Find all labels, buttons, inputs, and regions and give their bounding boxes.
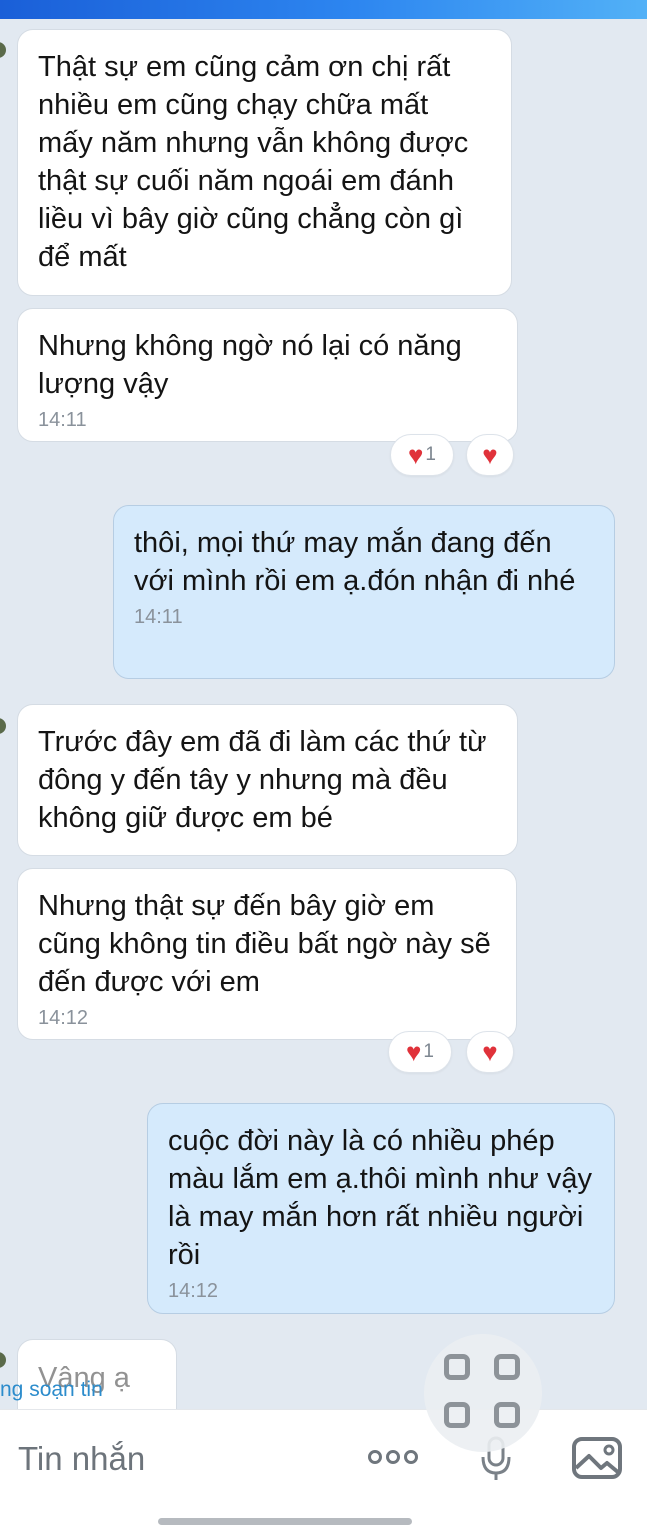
- status-bar: [0, 0, 647, 19]
- reaction-count-badge[interactable]: ♥ 1: [390, 434, 454, 476]
- react-heart-button[interactable]: ♥: [466, 1031, 514, 1073]
- heart-icon: ♥: [482, 1037, 498, 1067]
- image-icon[interactable]: [571, 1436, 623, 1480]
- message-text: Nhưng không ngờ nó lại có năng lượng vậy: [38, 330, 470, 400]
- message-time: 14:11: [38, 409, 87, 431]
- heart-icon: ♥: [405, 1037, 422, 1067]
- message-text: Thật sự em cũng cảm ơn chị rất nhiều em …: [38, 51, 477, 273]
- sender-avatar[interactable]: [0, 718, 6, 734]
- home-indicator[interactable]: [158, 1518, 412, 1525]
- reaction-count-badge[interactable]: ♥ 1: [388, 1031, 452, 1073]
- heart-icon: ♥: [407, 440, 424, 470]
- message-text: cuộc đời này là có nhiều phép màu lắm em…: [168, 1125, 601, 1271]
- message-text: Trước đây em đã đi làm các thứ từ đông y…: [38, 726, 495, 834]
- message-bubble-incoming[interactable]: Trước đây em đã đi làm các thứ từ đông y…: [17, 704, 518, 856]
- sender-avatar[interactable]: [0, 1352, 6, 1368]
- reaction-count: 1: [425, 444, 436, 465]
- message-time: 14:12: [168, 1280, 219, 1302]
- react-heart-button[interactable]: ♥: [466, 434, 514, 476]
- more-dots-icon[interactable]: [368, 1450, 418, 1464]
- grid-icon[interactable]: [424, 1334, 542, 1452]
- reaction-count: 1: [423, 1041, 434, 1062]
- heart-icon: ♥: [482, 440, 498, 470]
- message-bubble-incoming[interactable]: Nhưng không ngờ nó lại có năng lượng vậy…: [17, 308, 518, 442]
- sender-avatar[interactable]: [0, 42, 6, 58]
- message-input[interactable]: Tin nhắn: [18, 1440, 145, 1478]
- message-bubble-outgoing[interactable]: cuộc đời này là có nhiều phép màu lắm em…: [147, 1103, 615, 1314]
- message-text: Nhưng thật sự đến bây giờ em cũng không …: [38, 890, 499, 998]
- message-time: 14:11: [134, 606, 183, 628]
- message-bubble-incoming[interactable]: Thật sự em cũng cảm ơn chị rất nhiều em …: [17, 29, 512, 296]
- message-time: 14:12: [38, 1007, 89, 1029]
- message-text: thôi, mọi thứ may mắn đang đến với mình …: [134, 527, 576, 597]
- typing-indicator: ng soạn tin: [0, 1378, 103, 1401]
- message-bubble-outgoing[interactable]: thôi, mọi thứ may mắn đang đến với mình …: [113, 505, 615, 679]
- message-bubble-incoming[interactable]: Nhưng thật sự đến bây giờ em cũng không …: [17, 868, 517, 1040]
